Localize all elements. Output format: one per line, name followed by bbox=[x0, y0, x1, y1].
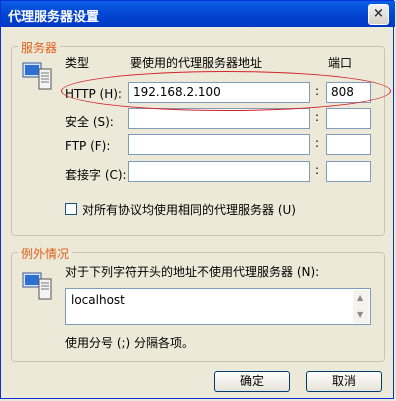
ok-button[interactable]: 确定 bbox=[214, 371, 290, 392]
scroll-up-icon[interactable]: ▲ bbox=[357, 291, 363, 305]
highlight-ellipse bbox=[61, 71, 391, 111]
exceptions-hint: 使用分号 (;) 分隔各项。 bbox=[65, 336, 195, 350]
network-computer-icon bbox=[22, 62, 52, 90]
window-title: 代理服务器设置 bbox=[8, 10, 100, 25]
servers-legend: 服务器 bbox=[18, 39, 61, 56]
exceptions-legend: 例外情况 bbox=[18, 245, 73, 262]
socks-label: 套接字 (C): bbox=[65, 168, 127, 182]
ftp-colon: : bbox=[315, 136, 320, 150]
secure-colon: : bbox=[315, 110, 320, 124]
socks-port-input[interactable] bbox=[326, 161, 371, 182]
ftp-port-input[interactable] bbox=[326, 134, 371, 155]
cancel-button[interactable]: 取消 bbox=[306, 371, 382, 392]
proxy-settings-dialog: 代理服务器设置 × 服务器 类型 要使用的代理服务器地址 端口 HTTP (H)… bbox=[0, 0, 395, 399]
close-icon: × bbox=[373, 6, 384, 21]
secure-port-input[interactable] bbox=[326, 108, 371, 129]
exceptions-description: 对于下列字符开头的地址不使用代理服务器 (N): bbox=[65, 265, 320, 279]
col-address-header: 要使用的代理服务器地址 bbox=[130, 56, 263, 70]
exceptions-scrollbar[interactable]: ▲ ▼ bbox=[353, 290, 369, 323]
scroll-down-icon[interactable]: ▼ bbox=[357, 308, 363, 322]
secure-address-input[interactable] bbox=[128, 108, 310, 129]
title-bar: 代理服务器设置 × bbox=[1, 1, 395, 27]
ftp-address-input[interactable] bbox=[128, 134, 310, 155]
col-port-header: 端口 bbox=[328, 56, 353, 70]
close-button[interactable]: × bbox=[368, 4, 389, 25]
socks-colon: : bbox=[315, 163, 320, 177]
exceptions-textarea[interactable]: localhost ▲ ▼ bbox=[65, 288, 371, 325]
col-type-header: 类型 bbox=[65, 56, 90, 70]
exceptions-value: localhost bbox=[71, 293, 125, 307]
same-proxy-label[interactable]: 对所有协议均使用相同的代理服务器 (U) bbox=[82, 201, 296, 218]
same-proxy-checkbox[interactable] bbox=[65, 203, 77, 215]
secure-label: 安全 (S): bbox=[65, 115, 114, 129]
exceptions-page-icon bbox=[22, 272, 52, 300]
ftp-label: FTP (F): bbox=[65, 139, 111, 153]
socks-address-input[interactable] bbox=[128, 161, 310, 182]
